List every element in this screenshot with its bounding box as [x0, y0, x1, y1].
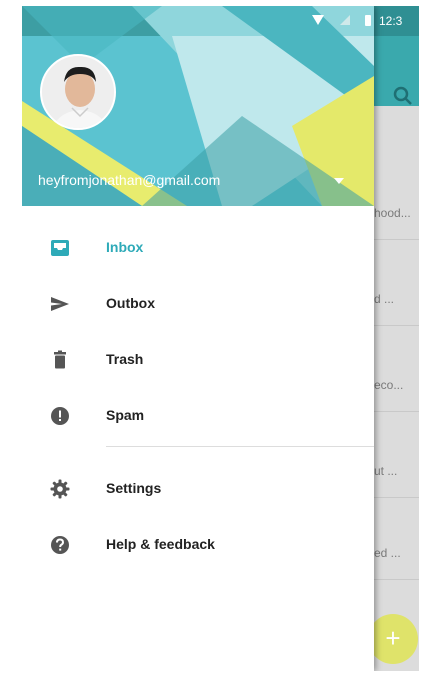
phone-screen: hood... d ... eco... ut ... ed ... + hey…	[22, 6, 419, 671]
gear-icon	[50, 479, 70, 499]
list-item[interactable]: eco...	[374, 356, 419, 412]
list-item[interactable]: ed ...	[374, 524, 419, 580]
menu-item-label: Outbox	[106, 295, 155, 311]
list-item-preview: ed ...	[374, 546, 401, 560]
menu-item-settings[interactable]: Settings	[22, 461, 374, 517]
navigation-drawer: heyfromjonathan@gmail.com Inbox Outbox T…	[22, 6, 374, 671]
account-email: heyfromjonathan@gmail.com	[38, 172, 221, 188]
user-photo	[42, 56, 114, 128]
menu-item-outbox[interactable]: Outbox	[22, 276, 374, 332]
help-icon	[51, 536, 69, 554]
account-dropdown-icon[interactable]	[334, 178, 344, 184]
list-item[interactable]: d ...	[374, 270, 419, 326]
menu-item-spam[interactable]: Spam	[22, 388, 374, 444]
search-icon[interactable]	[391, 84, 415, 108]
spam-icon	[51, 407, 69, 425]
menu-divider	[106, 446, 374, 447]
wifi-icon	[312, 15, 324, 25]
trash-icon	[54, 350, 66, 369]
avatar[interactable]	[40, 54, 116, 130]
menu-item-trash[interactable]: Trash	[22, 332, 374, 388]
inbox-icon	[51, 240, 69, 256]
menu-item-label: Help & feedback	[106, 536, 215, 552]
menu-item-label: Settings	[106, 480, 162, 496]
list-item[interactable]: hood...	[374, 184, 419, 240]
status-bar	[22, 6, 419, 36]
send-icon	[51, 297, 69, 311]
list-item-preview: ut ...	[374, 464, 398, 478]
list-item[interactable]: ut ...	[374, 442, 419, 498]
menu-item-inbox[interactable]: Inbox	[22, 220, 374, 276]
compose-fab-button[interactable]: +	[368, 614, 418, 664]
list-item-preview: eco...	[374, 378, 404, 392]
list-item-preview: hood...	[374, 206, 411, 220]
list-item-preview: d ...	[374, 292, 395, 306]
menu-item-help-feedback[interactable]: Help & feedback	[22, 517, 374, 573]
battery-icon	[365, 15, 371, 26]
status-time: 12:3	[379, 14, 403, 28]
drawer-header: heyfromjonathan@gmail.com	[22, 6, 374, 206]
signal-icon	[340, 15, 350, 25]
menu-item-label: Inbox	[106, 239, 144, 255]
menu-item-label: Trash	[106, 351, 144, 367]
menu-item-label: Spam	[106, 407, 145, 423]
